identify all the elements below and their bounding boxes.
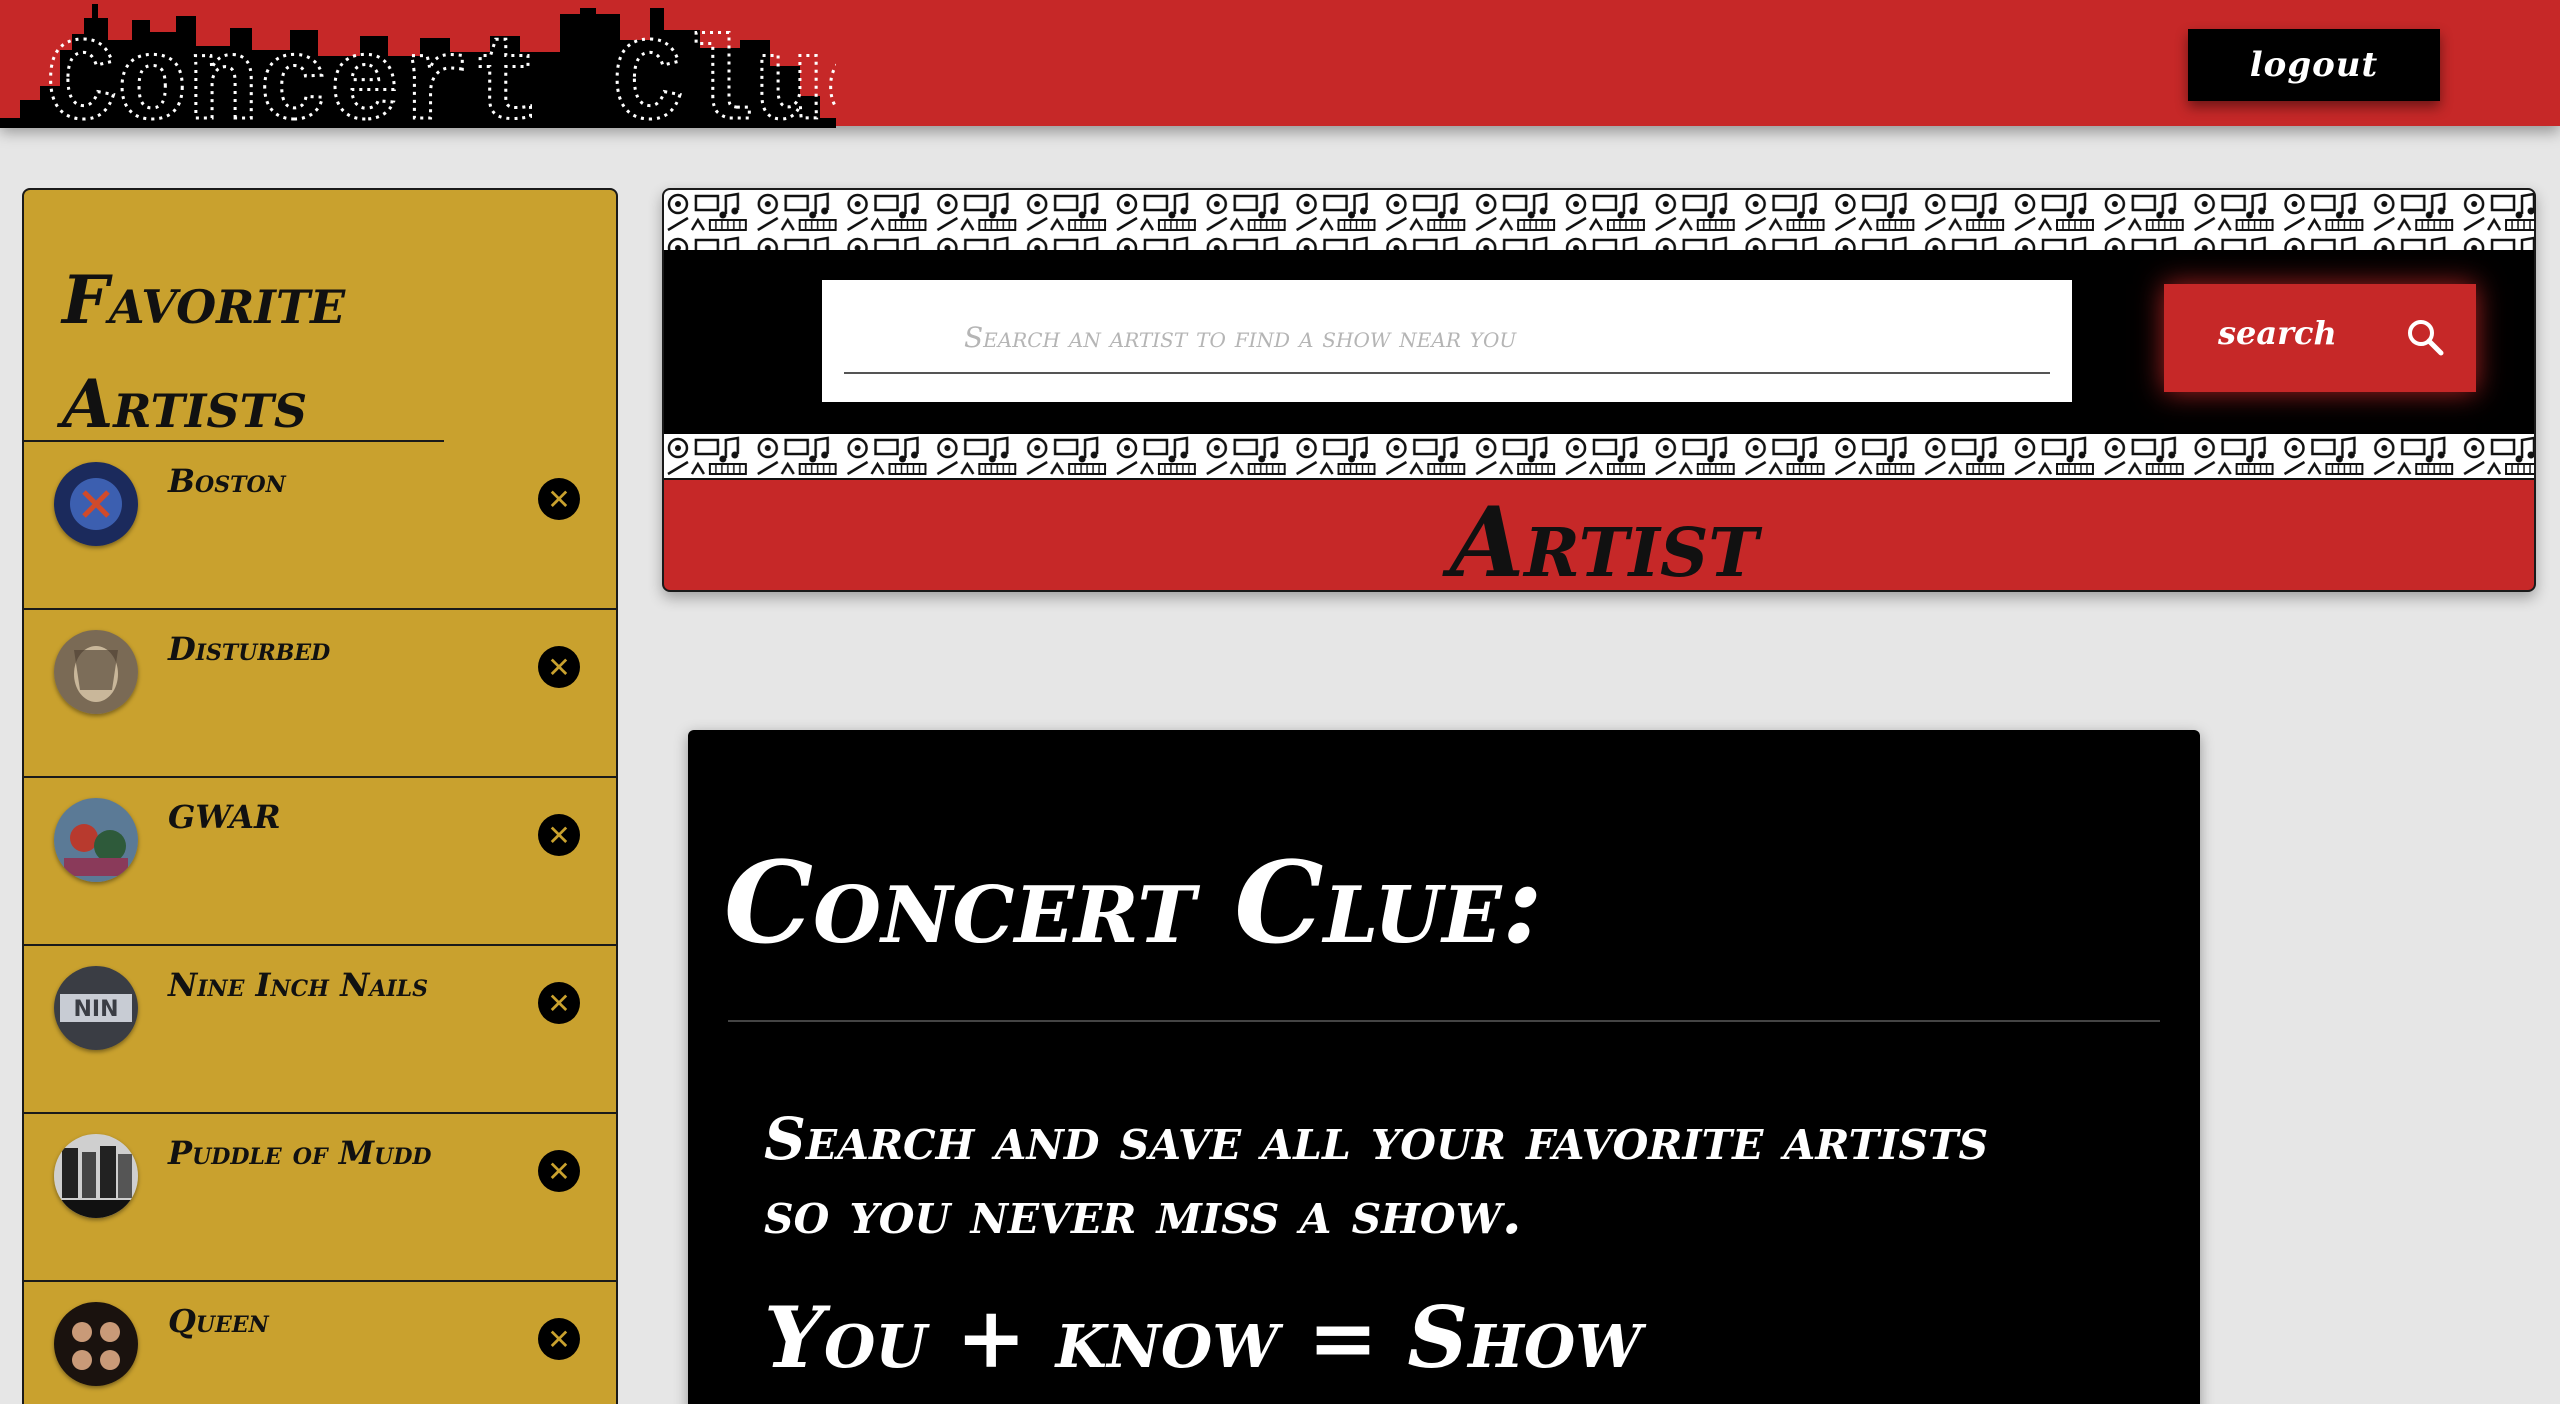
favorite-artist-item[interactable]: Boston ✕	[24, 442, 616, 610]
music-pattern-banner	[664, 190, 2534, 250]
concert-clue-info-card: Concert Clue: Search and save all your f…	[688, 730, 2200, 1404]
artist-avatar	[54, 1302, 138, 1386]
favorite-artist-item[interactable]: NIN Nine Inch Nails ✕	[24, 946, 616, 1114]
concert-clue-logo[interactable]: Concert Clue	[0, 0, 836, 128]
logo-text: Concert Clue	[46, 21, 836, 128]
close-icon: ✕	[547, 650, 571, 684]
remove-favorite-button[interactable]: ✕	[538, 1318, 580, 1360]
close-icon: ✕	[547, 1154, 571, 1188]
artist-name: Boston	[168, 462, 286, 500]
artist-name: Nine Inch Nails	[168, 966, 429, 1004]
top-navbar: Concert Clue logout	[0, 0, 2560, 128]
artist-avatar: NIN	[54, 966, 138, 1050]
artist-name: Puddle of Mudd	[168, 1134, 432, 1172]
artist-avatar	[54, 630, 138, 714]
info-tagline: You + know = Show	[764, 1288, 1642, 1387]
artist-title-band: Artist	[664, 478, 2534, 592]
svg-text:NIN: NIN	[73, 997, 118, 1022]
artist-search-input[interactable]	[844, 302, 2050, 374]
artist-search-card: search Artist	[662, 188, 2536, 592]
favorite-artist-item[interactable]: Disturbed ✕	[24, 610, 616, 778]
search-button[interactable]: search	[2164, 284, 2476, 392]
favorite-artists-heading: Favorite Artists	[24, 190, 444, 443]
favorite-artist-item[interactable]: Puddle of Mudd ✕	[24, 1114, 616, 1282]
artist-avatar	[54, 798, 138, 882]
search-icon	[2406, 318, 2444, 359]
search-box	[822, 280, 2072, 402]
artist-name: Queen	[168, 1302, 269, 1340]
close-icon: ✕	[547, 1322, 571, 1356]
artist-avatar	[54, 1134, 138, 1218]
close-icon: ✕	[547, 986, 571, 1020]
favorite-artist-item[interactable]: GWAR ✕	[24, 778, 616, 946]
divider	[728, 1020, 2160, 1022]
remove-favorite-button[interactable]: ✕	[538, 646, 580, 688]
info-title: Concert Clue:	[724, 838, 1543, 969]
info-description: Search and save all your favorite artist…	[764, 1105, 1989, 1247]
remove-favorite-button[interactable]: ✕	[538, 814, 580, 856]
remove-favorite-button[interactable]: ✕	[538, 478, 580, 520]
remove-favorite-button[interactable]: ✕	[538, 982, 580, 1024]
artist-name: Disturbed	[168, 630, 331, 668]
logout-button[interactable]: logout	[2188, 29, 2440, 101]
artist-name: GWAR	[168, 798, 281, 836]
music-pattern-banner	[664, 434, 2534, 478]
close-icon: ✕	[547, 482, 571, 516]
artist-heading: Artist	[1449, 485, 1759, 592]
favorite-artists-panel: Favorite Artists Boston ✕ Disturbed ✕ GW…	[22, 188, 618, 1404]
search-button-label: search	[2218, 314, 2337, 352]
close-icon: ✕	[547, 818, 571, 852]
artist-avatar	[54, 462, 138, 546]
favorite-artist-item[interactable]: Queen ✕	[24, 1282, 616, 1404]
remove-favorite-button[interactable]: ✕	[538, 1150, 580, 1192]
